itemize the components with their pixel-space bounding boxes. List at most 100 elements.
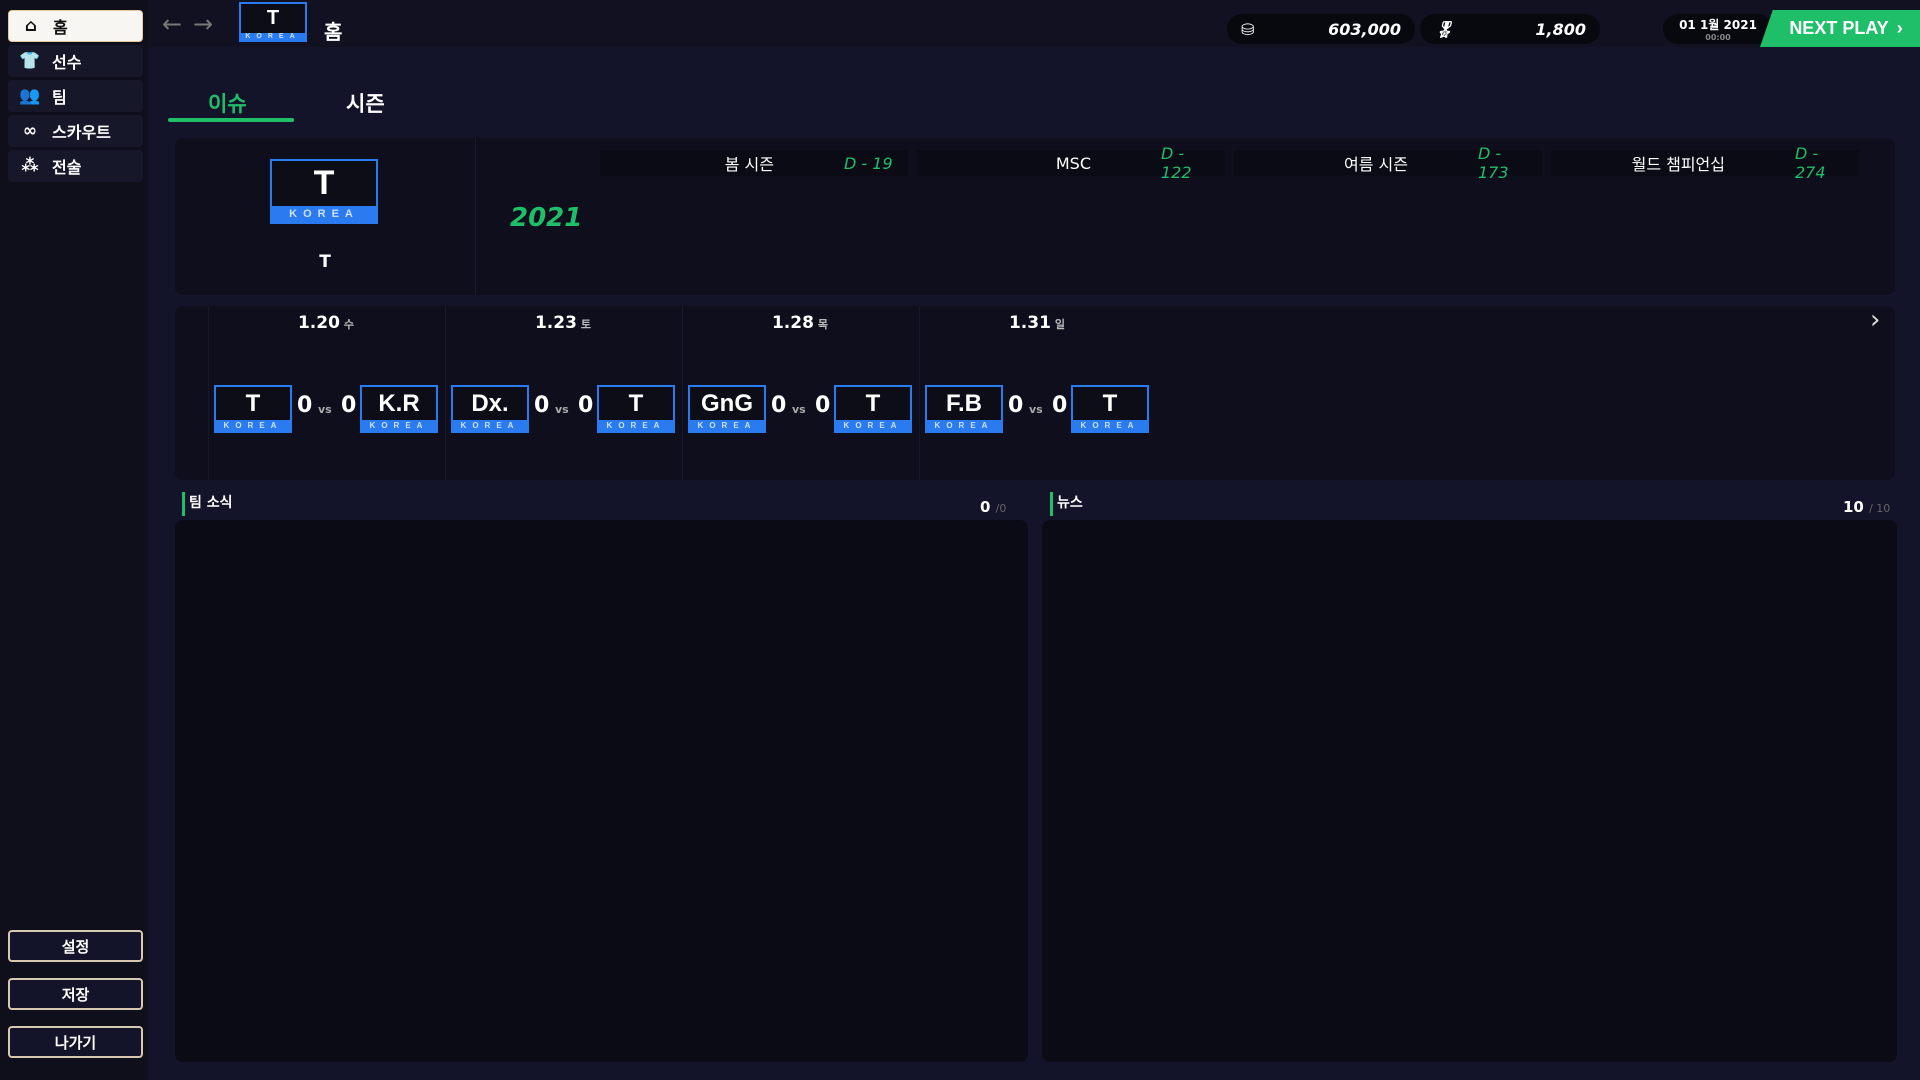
logo-region: KOREA <box>272 206 376 222</box>
logo-region: KOREA <box>690 420 764 431</box>
home-team-logo[interactable]: GnGKOREA <box>688 385 766 433</box>
next-play-button[interactable]: NEXT PLAY› <box>1760 10 1920 47</box>
logo-region: KOREA <box>599 420 673 431</box>
sidebar-item-team[interactable]: 👥팀 <box>8 80 143 112</box>
home-score: 0 <box>534 393 549 418</box>
save-button[interactable]: 저장 <box>8 978 143 1010</box>
page-title: 홈 <box>324 16 342 45</box>
binoculars-icon: ∞ <box>18 121 42 141</box>
tab-season[interactable]: 시즌 <box>346 88 385 118</box>
sidebar-item-tactics[interactable]: ⁂ 전술 <box>8 150 143 182</box>
jersey-icon: 👕 <box>18 51 42 71</box>
logo-name: T <box>1073 387 1147 420</box>
sidebar-item-home[interactable]: ⌂홈 <box>8 10 143 42</box>
logo-name: T <box>272 161 376 206</box>
match-date: 1.28 목 <box>682 313 918 333</box>
season-year: 2021 <box>510 203 582 233</box>
medal-icon: 🎖 <box>1434 20 1454 39</box>
away-score: 0 <box>578 393 593 418</box>
logo-region: KOREA <box>362 420 436 431</box>
news-header: 뉴스 <box>1050 492 1083 516</box>
money-value: 603,000 <box>1328 20 1401 39</box>
season-name: 월드 챔피언십 <box>1632 151 1725 175</box>
away-score: 0 <box>815 393 830 418</box>
season-countdown: MSCD - 122 <box>917 150 1225 176</box>
exit-button[interactable]: 나가기 <box>8 1026 143 1058</box>
sidebar-item-label: 스카우트 <box>52 119 111 143</box>
season-dday: D - 274 <box>1795 144 1845 182</box>
logo-name: F.B <box>927 387 1001 420</box>
weekday: 일 <box>1055 318 1065 331</box>
weekday: 목 <box>818 318 828 331</box>
logo-region: KOREA <box>216 420 290 431</box>
sidebar-item-label: 홈 <box>53 14 68 38</box>
date: 1.23 <box>535 313 577 333</box>
season-name: 여름 시즌 <box>1344 151 1408 175</box>
away-score: 0 <box>341 393 356 418</box>
home-score: 0 <box>771 393 786 418</box>
sidebar-item-scout[interactable]: ∞ 스카우트 <box>8 115 143 147</box>
away-score: 0 <box>1052 393 1067 418</box>
away-team-logo[interactable]: TKOREA <box>1071 385 1149 433</box>
season-countdown: 여름 시즌D - 173 <box>1234 150 1542 176</box>
date-display: 01 1월 202100:00 <box>1663 14 1773 44</box>
date: 1.28 <box>772 313 814 333</box>
season-countdown: 봄 시즌D - 19 <box>600 150 908 176</box>
home-team-logo[interactable]: F.BKOREA <box>925 385 1003 433</box>
top-bar <box>148 0 1920 47</box>
logo-name: GnG <box>690 387 764 420</box>
home-team-logo[interactable]: Dx.KOREA <box>451 385 529 433</box>
news-panel[interactable] <box>1042 520 1897 1062</box>
away-team-logo[interactable]: K.RKOREA <box>360 385 438 433</box>
sidebar-item-players[interactable]: 👕선수 <box>8 45 143 77</box>
home-team-logo[interactable]: TKOREA <box>214 385 292 433</box>
count: 10 <box>1843 498 1864 516</box>
weekday: 수 <box>344 318 354 331</box>
settings-button[interactable]: 설정 <box>8 930 143 962</box>
season-dday: D - 173 <box>1478 144 1528 182</box>
away-team-logo[interactable]: TKOREA <box>834 385 912 433</box>
points-display: 🎖 1,800 <box>1420 14 1600 44</box>
team-news-count: 0 /0 <box>980 498 1006 516</box>
next-play-label: NEXT PLAY <box>1789 18 1888 39</box>
logo-name: T <box>599 387 673 420</box>
team-icon: 👥 <box>18 86 42 106</box>
sidebar: ⌂홈 👕선수 👥팀 ∞스카우트 ⁂전술 설정 저장 나가기 <box>0 0 148 1080</box>
team-name: T <box>175 252 475 272</box>
count: 0 <box>980 498 990 516</box>
sidebar-item-label: 전술 <box>52 154 81 178</box>
home-score: 0 <box>297 393 312 418</box>
points-value: 1,800 <box>1535 20 1586 39</box>
logo-name: K.R <box>362 387 436 420</box>
divider <box>475 138 476 295</box>
header-team-logo: TKOREA <box>239 2 307 42</box>
tab-issue[interactable]: 이슈 <box>208 88 247 118</box>
home-score: 0 <box>1008 393 1023 418</box>
logo-region: KOREA <box>453 420 527 431</box>
tab-underline <box>168 118 294 122</box>
vs-label: vs <box>792 403 806 416</box>
back-arrow-icon[interactable]: ← <box>162 10 182 38</box>
team-logo: TKOREA <box>270 159 378 224</box>
time-value: 00:00 <box>1705 33 1730 42</box>
away-team-logo[interactable]: TKOREA <box>597 385 675 433</box>
date-value: 01 1월 2021 <box>1679 16 1757 33</box>
season-name: 봄 시즌 <box>725 151 774 175</box>
vs-label: vs <box>1029 403 1043 416</box>
team-news-panel[interactable] <box>175 520 1028 1062</box>
vs-label: vs <box>555 403 569 416</box>
next-matches-arrow-icon[interactable]: › <box>1870 305 1880 335</box>
date: 1.31 <box>1009 313 1051 333</box>
total: /0 <box>996 502 1007 515</box>
total: / 10 <box>1869 502 1890 515</box>
weekday: 토 <box>581 318 591 331</box>
forward-arrow-icon[interactable]: → <box>193 10 213 38</box>
tactics-icon: ⁂ <box>18 156 42 176</box>
vs-label: vs <box>318 403 332 416</box>
season-name: MSC <box>1056 154 1091 173</box>
match-date: 1.23 토 <box>445 313 681 333</box>
sidebar-item-label: 팀 <box>52 84 67 108</box>
logo-name: T <box>216 387 290 420</box>
date: 1.20 <box>298 313 340 333</box>
logo-region: KOREA <box>241 33 305 40</box>
